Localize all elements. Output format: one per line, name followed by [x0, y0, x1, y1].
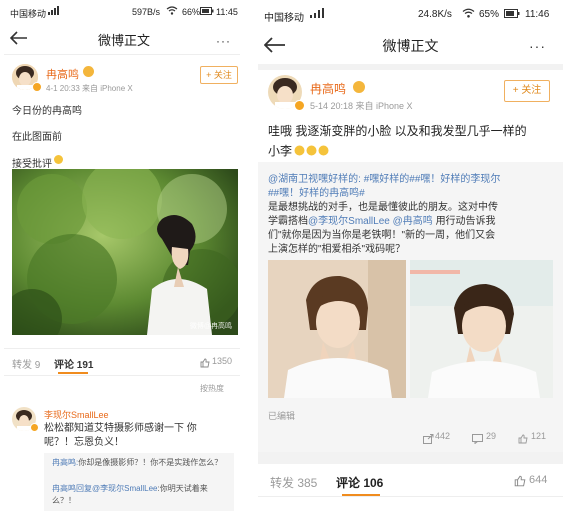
network-speed-right: 24.8K/s — [418, 9, 452, 20]
repost-line-2: ##嘿！好样的冉高鸣# — [268, 188, 365, 199]
follow-button[interactable]: + 关注 — [200, 66, 238, 84]
reply-1-author[interactable]: 冉高鸣: — [52, 458, 78, 467]
follow-button-right[interactable]: + 关注 — [504, 80, 550, 102]
tab-repost-right[interactable]: 转发 385 — [270, 474, 317, 491]
repost-comment-count[interactable]: 29 — [486, 431, 496, 441]
repost-comment-icon — [472, 431, 483, 449]
battery-icon-right — [504, 9, 520, 21]
network-speed: 597B/s — [132, 7, 161, 17]
carrier-label-right: 中国移动 — [264, 13, 304, 24]
comment-text: 松松都知道艾特摄影师感谢一下 你呢？！忘恩负义！ — [44, 423, 197, 448]
post-meta-right: 5-14 20:18 来自 iPhone X — [310, 101, 413, 111]
status-bar-right: 中国移动 24.8K/s 65% 11:46 — [258, 2, 563, 26]
post-photo[interactable]: 微博@冉高鸣 — [12, 169, 238, 335]
post-meta: 4-1 20:33 来自 iPhone X — [46, 84, 133, 93]
reply-2-mention[interactable]: @李现尔SmallLee — [92, 484, 157, 493]
section-gap — [258, 452, 563, 464]
like-icon — [200, 355, 210, 373]
tab-repost[interactable]: 转发 9 — [12, 356, 40, 371]
back-arrow-icon-right[interactable] — [264, 37, 286, 53]
verified-badge-icon — [32, 82, 42, 92]
commenter-name[interactable]: 李现尔SmallLee — [44, 408, 109, 421]
reply-1-text: 你却是像摄影师？！你不是实践作怎么？ — [78, 458, 223, 467]
replies-box: 冉高鸣:你却是像摄影师？！你不是实践作怎么？ 冉高鸣回复@李现尔SmallLee… — [44, 453, 234, 511]
reply-2[interactable]: 冉高鸣回复@李现尔SmallLee:你明天试着来么？！ — [52, 483, 228, 507]
post-line-2: 在此图面前 — [12, 132, 62, 143]
like-icon-right — [514, 474, 526, 492]
repost-photo-2[interactable] — [410, 260, 553, 398]
emoji-row-icon — [294, 143, 330, 161]
post-line-1: 今日份的冉高鸣 — [12, 106, 82, 117]
back-arrow-icon[interactable] — [10, 31, 28, 45]
battery-icon — [200, 7, 214, 17]
wifi-icon — [166, 6, 178, 17]
more-menu-icon[interactable]: ··· — [216, 34, 231, 48]
repost-forward-icon — [423, 431, 434, 449]
tab-active-indicator-right — [342, 494, 380, 496]
repost-line-5: 们"就你是因为当你是老铁啊！"新的一周，他们又会 — [268, 230, 496, 241]
battery-percent: 66% — [182, 7, 201, 17]
nav-gap — [258, 64, 563, 70]
signal-icon-right — [310, 8, 326, 21]
more-menu-icon-right[interactable]: ··· — [529, 38, 546, 54]
battery-percent-right: 65% — [479, 9, 500, 20]
nav-divider — [4, 54, 240, 55]
repost-line-6: 上演怎样的"相爱相杀"戏码呢？ — [268, 244, 406, 255]
clock: 11:45 — [216, 7, 238, 17]
tab-bar: 转发 9 评论 191 1350 — [4, 348, 240, 376]
carrier-label: 中国移动 — [10, 9, 47, 19]
left-screenshot: 中国移动 597B/s 66% 11:45 微博正文 ··· 冉高鸣 4-1 2… — [4, 2, 240, 515]
edited-label: 已编辑 — [268, 411, 296, 421]
tab-like[interactable]: 1350 — [212, 356, 232, 366]
poster-name-right[interactable]: 冉高鸣 — [310, 80, 346, 97]
status-bar: 中国移动 597B/s 66% 11:45 — [4, 2, 240, 22]
post-text-line-2: 小李 — [268, 144, 293, 158]
repost-line-4: 学霸搭档@李现尔SmallLee @冉高鸣 用行动告诉我 — [268, 212, 558, 227]
page-title-right: 微博正文 — [382, 38, 439, 54]
right-screenshot: 中国移动 24.8K/s 65% 11:46 微博正文 ··· 冉高鸣 5-14… — [258, 2, 563, 515]
tab-active-indicator — [58, 372, 88, 374]
repost-like-count[interactable]: 121 — [531, 431, 546, 441]
repost-block[interactable]: @湖南卫视嘿好样的: #嘿好样的##嘿！好样的李现尔 ##嘿！好样的冉高鸣# 是… — [258, 162, 563, 452]
vip-crown-icon-right — [353, 81, 365, 93]
repost-line-1: @湖南卫视嘿好样的: #嘿好样的##嘿！好样的李现尔 — [268, 174, 501, 185]
reply-2-author[interactable]: 冉高鸣回复 — [52, 484, 92, 493]
sort-toggle[interactable]: 按热度 — [200, 383, 224, 394]
repost-like-icon — [518, 431, 528, 449]
follow-label: 关注 — [521, 85, 542, 96]
emoji-icon — [54, 155, 63, 164]
commenter-verified-icon — [30, 423, 39, 432]
tab-comment-right[interactable]: 评论 106 — [336, 474, 383, 491]
repost-photo-1[interactable] — [268, 260, 406, 398]
repost-line-3: 是最想挑战的对手，也是最懂彼此的朋友。这对中传 — [268, 202, 498, 213]
page-title: 微博正文 — [97, 33, 150, 48]
vip-crown-icon — [83, 66, 94, 77]
reply-1[interactable]: 冉高鸣:你却是像摄影师？！你不是实践作怎么？ — [52, 457, 228, 469]
clock-right: 11:46 — [525, 9, 550, 20]
repost-forward-count[interactable]: 442 — [435, 431, 450, 441]
tab-comment[interactable]: 评论 191 — [54, 356, 93, 371]
verified-badge-icon-right — [294, 100, 305, 111]
wifi-icon-right — [462, 8, 475, 21]
signal-icon — [48, 6, 62, 17]
poster-name[interactable]: 冉高鸣 — [46, 66, 79, 82]
tab-like-right[interactable]: 644 — [529, 474, 547, 486]
photo-watermark: 微博@冉高鸣 — [189, 323, 232, 330]
post-text-line-1: 哇哦 我逐渐变胖的小脸 以及和我发型几乎一样的 — [268, 124, 527, 138]
post-line-3: 接受批评 — [12, 159, 52, 170]
tab-bar-right: 转发 385 评论 106 644 — [258, 464, 563, 497]
